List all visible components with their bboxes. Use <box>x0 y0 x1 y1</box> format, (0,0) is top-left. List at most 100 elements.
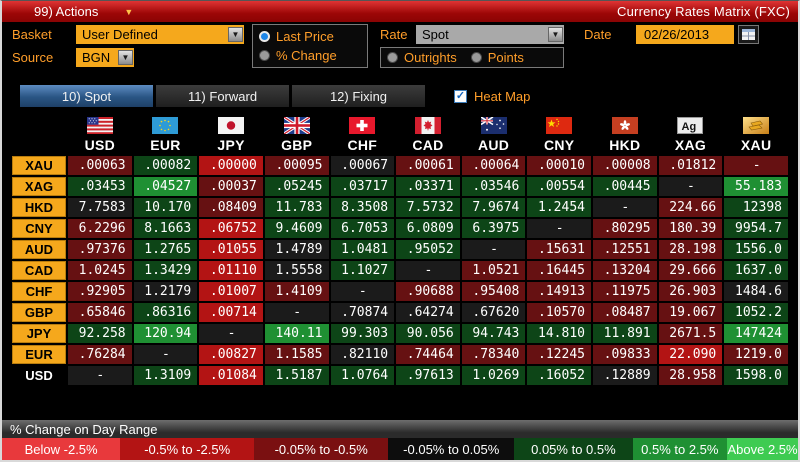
matrix-cell-HKD-HKD[interactable]: - <box>593 198 657 217</box>
matrix-cell-HKD-XAG[interactable]: 224.66 <box>658 198 723 217</box>
matrix-cell-EUR-JPY[interactable]: .00827 <box>199 345 263 364</box>
column-header-CNY[interactable]: CNY <box>527 117 591 154</box>
matrix-cell-XAG-USD[interactable]: .03453 <box>68 177 132 196</box>
matrix-cell-USD-XAU[interactable]: 1598.0 <box>724 366 788 385</box>
basket-select[interactable]: User Defined ▼ <box>76 25 244 44</box>
matrix-cell-JPY-XAG[interactable]: 2671.5 <box>658 324 723 343</box>
matrix-cell-XAU-GBP[interactable]: .00095 <box>264 156 329 175</box>
row-label-CHF[interactable]: CHF <box>12 282 66 301</box>
matrix-cell-XAG-JPY[interactable]: .00037 <box>199 177 263 196</box>
row-label-GBP[interactable]: GBP <box>12 303 66 322</box>
matrix-cell-XAU-CHF[interactable]: .00067 <box>330 156 395 175</box>
matrix-cell-JPY-CHF[interactable]: 99.303 <box>330 324 395 343</box>
matrix-cell-JPY-CAD[interactable]: 90.056 <box>396 324 460 343</box>
rate-select[interactable]: Spot ▼ <box>416 25 564 44</box>
matrix-cell-CNY-JPY[interactable]: .06752 <box>199 219 263 238</box>
matrix-cell-CAD-CHF[interactable]: 1.1027 <box>330 261 395 280</box>
matrix-cell-CAD-GBP[interactable]: 1.5558 <box>264 261 329 280</box>
matrix-cell-AUD-AUD[interactable]: - <box>461 240 526 259</box>
matrix-cell-CNY-CHF[interactable]: 6.7053 <box>330 219 395 238</box>
matrix-cell-USD-EUR[interactable]: 1.3109 <box>133 366 198 385</box>
matrix-cell-AUD-XAG[interactable]: 28.198 <box>658 240 723 259</box>
matrix-cell-AUD-XAU[interactable]: 1556.0 <box>724 240 788 259</box>
matrix-cell-XAU-AUD[interactable]: .00064 <box>461 156 526 175</box>
matrix-cell-AUD-GBP[interactable]: 1.4789 <box>264 240 329 259</box>
matrix-cell-EUR-CNY[interactable]: .12245 <box>527 345 591 364</box>
matrix-cell-EUR-CAD[interactable]: .74464 <box>396 345 460 364</box>
row-label-XAU[interactable]: XAU <box>12 156 66 175</box>
matrix-cell-AUD-CHF[interactable]: 1.0481 <box>330 240 395 259</box>
chevron-down-icon[interactable]: ▼ <box>548 27 563 42</box>
column-header-AUD[interactable]: AUD <box>462 117 526 154</box>
matrix-cell-CAD-HKD[interactable]: .13204 <box>593 261 657 280</box>
row-label-HKD[interactable]: HKD <box>12 198 66 217</box>
matrix-cell-USD-CAD[interactable]: .97613 <box>396 366 460 385</box>
matrix-cell-AUD-JPY[interactable]: .01055 <box>199 240 263 259</box>
column-header-EUR[interactable]: EUR <box>134 117 198 154</box>
matrix-cell-EUR-GBP[interactable]: 1.1585 <box>264 345 329 364</box>
column-header-USD[interactable]: USD <box>68 117 132 154</box>
matrix-cell-EUR-EUR[interactable]: - <box>133 345 198 364</box>
column-header-XAG[interactable]: Ag XAG <box>659 117 723 154</box>
source-select[interactable]: BGN ▼ <box>76 48 134 67</box>
matrix-cell-USD-AUD[interactable]: 1.0269 <box>461 366 526 385</box>
matrix-cell-CAD-EUR[interactable]: 1.3429 <box>133 261 198 280</box>
chevron-down-icon[interactable]: ▼ <box>228 27 243 42</box>
matrix-cell-AUD-CAD[interactable]: .95052 <box>396 240 460 259</box>
matrix-cell-EUR-XAU[interactable]: 1219.0 <box>724 345 788 364</box>
matrix-cell-CNY-AUD[interactable]: 6.3975 <box>461 219 526 238</box>
matrix-cell-JPY-XAU[interactable]: 147424 <box>724 324 788 343</box>
matrix-cell-CHF-GBP[interactable]: 1.4109 <box>264 282 329 301</box>
matrix-cell-JPY-EUR[interactable]: 120.94 <box>133 324 198 343</box>
matrix-cell-CAD-JPY[interactable]: .01110 <box>199 261 263 280</box>
matrix-cell-USD-HKD[interactable]: .12889 <box>593 366 657 385</box>
matrix-cell-USD-CNY[interactable]: .16052 <box>527 366 591 385</box>
matrix-cell-HKD-CHF[interactable]: 8.3508 <box>330 198 395 217</box>
matrix-cell-JPY-JPY[interactable]: - <box>199 324 263 343</box>
matrix-cell-XAU-XAG[interactable]: .01812 <box>658 156 723 175</box>
matrix-cell-JPY-USD[interactable]: 92.258 <box>68 324 132 343</box>
matrix-cell-AUD-EUR[interactable]: 1.2765 <box>133 240 198 259</box>
tab-forward[interactable]: 11) Forward <box>156 85 289 107</box>
column-header-JPY[interactable]: JPY <box>199 117 263 154</box>
matrix-cell-XAG-GBP[interactable]: .05245 <box>264 177 329 196</box>
matrix-cell-GBP-XAU[interactable]: 1052.2 <box>724 303 788 322</box>
radio-points[interactable]: Points <box>470 50 524 65</box>
matrix-cell-XAU-CNY[interactable]: .00010 <box>527 156 591 175</box>
matrix-cell-JPY-CNY[interactable]: 14.810 <box>527 324 591 343</box>
matrix-cell-EUR-HKD[interactable]: .09833 <box>593 345 657 364</box>
matrix-cell-CNY-CAD[interactable]: 6.0809 <box>396 219 460 238</box>
matrix-cell-CHF-USD[interactable]: .92905 <box>68 282 132 301</box>
matrix-cell-CNY-XAG[interactable]: 180.39 <box>658 219 723 238</box>
matrix-cell-XAG-CAD[interactable]: .03371 <box>396 177 460 196</box>
matrix-cell-HKD-AUD[interactable]: 7.9674 <box>461 198 526 217</box>
actions-menu-button[interactable]: 99) Actions ▼ <box>34 4 133 19</box>
matrix-cell-GBP-GBP[interactable]: - <box>264 303 329 322</box>
matrix-cell-CHF-EUR[interactable]: 1.2179 <box>133 282 198 301</box>
matrix-cell-XAU-CAD[interactable]: .00061 <box>396 156 460 175</box>
calendar-button[interactable] <box>738 25 759 44</box>
matrix-cell-HKD-EUR[interactable]: 10.170 <box>133 198 198 217</box>
column-header-HKD[interactable]: HKD <box>593 117 657 154</box>
matrix-cell-JPY-AUD[interactable]: 94.743 <box>461 324 526 343</box>
row-label-EUR[interactable]: EUR <box>12 345 66 364</box>
row-label-AUD[interactable]: AUD <box>12 240 66 259</box>
matrix-cell-EUR-AUD[interactable]: .78340 <box>461 345 526 364</box>
matrix-cell-USD-CHF[interactable]: 1.0764 <box>330 366 395 385</box>
tab-fixing[interactable]: 12) Fixing <box>292 85 425 107</box>
matrix-cell-CNY-CNY[interactable]: - <box>527 219 591 238</box>
matrix-cell-CNY-EUR[interactable]: 8.1663 <box>133 219 198 238</box>
matrix-cell-CAD-CNY[interactable]: .16445 <box>527 261 591 280</box>
row-label-CAD[interactable]: CAD <box>12 261 66 280</box>
matrix-cell-USD-USD[interactable]: - <box>68 366 132 385</box>
matrix-cell-GBP-AUD[interactable]: .67620 <box>461 303 526 322</box>
matrix-cell-GBP-EUR[interactable]: .86316 <box>133 303 198 322</box>
matrix-cell-AUD-CNY[interactable]: .15631 <box>527 240 591 259</box>
column-header-XAU[interactable]: XAU <box>724 117 788 154</box>
date-input[interactable]: 02/26/2013 <box>636 25 734 44</box>
matrix-cell-HKD-GBP[interactable]: 11.783 <box>264 198 329 217</box>
matrix-cell-CAD-CAD[interactable]: - <box>396 261 460 280</box>
matrix-cell-USD-JPY[interactable]: .01084 <box>199 366 263 385</box>
matrix-cell-XAU-EUR[interactable]: .00082 <box>133 156 198 175</box>
matrix-cell-XAG-CNY[interactable]: .00554 <box>527 177 591 196</box>
